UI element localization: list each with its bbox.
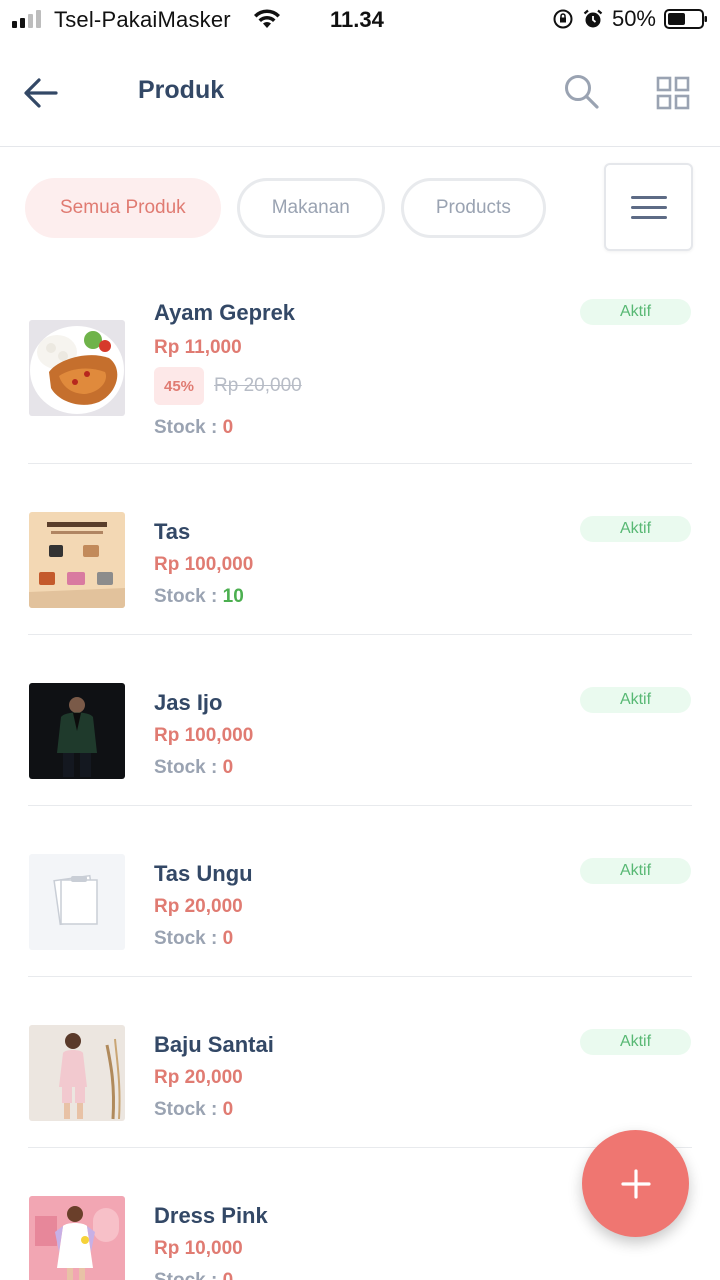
product-item-jas-ijo[interactable]: Jas Ijo Rp 100,000 Stock : 0 Aktif: [28, 635, 692, 806]
status-badge: Aktif: [580, 1029, 691, 1055]
product-name: Jas Ijo: [154, 690, 223, 715]
search-icon[interactable]: [562, 72, 602, 112]
battery-icon: [664, 9, 707, 29]
category-filters: Semua Produk Makanan Products: [25, 178, 546, 238]
product-price: Rp 10,000: [154, 1238, 243, 1259]
original-price: Rp 20,000: [214, 375, 302, 396]
stock-value: 0: [222, 928, 234, 949]
alarm-icon: [583, 9, 603, 28]
product-list: Ayam Geprek Rp 11,000 45% Rp 20,000 Stoc…: [28, 290, 692, 1280]
stock-value: 10: [222, 586, 244, 607]
stock-value: 0: [223, 1270, 234, 1280]
discount-row: 45% Rp 20,000: [154, 367, 302, 405]
product-name: Tas Ungu: [154, 861, 253, 886]
product-name: Ayam Geprek: [154, 300, 296, 325]
stock-label: Stock :: [154, 928, 218, 949]
product-name: Tas: [154, 519, 191, 544]
product-stock: Stock : 0: [154, 1099, 233, 1121]
category-menu-button[interactable]: [604, 163, 693, 251]
status-badge: Aktif: [580, 858, 691, 884]
product-item-baju-santai[interactable]: Baju Santai Rp 20,000 Stock : 0 Aktif: [28, 977, 692, 1148]
status-badge: Aktif: [580, 299, 691, 325]
hamburger-line: [630, 205, 667, 209]
wifi-icon: [254, 9, 280, 28]
stock-label: Stock :: [154, 417, 218, 438]
grid-view-icon[interactable]: [656, 76, 690, 110]
product-name: Dress Pink: [154, 1203, 268, 1228]
clock: 11.34: [330, 7, 384, 32]
product-stock: Stock : 10: [154, 586, 244, 608]
back-arrow-icon[interactable]: [22, 74, 60, 112]
product-stock: Stock : 0: [154, 757, 233, 779]
product-image: [29, 683, 125, 779]
carrier-name: Tsel-PakaiMasker: [54, 7, 231, 32]
product-item-tas[interactable]: Tas Rp 100,000 Stock : 10 Aktif: [28, 464, 692, 635]
product-stock: Stock : 0: [154, 1270, 233, 1280]
filter-chip-makanan[interactable]: Makanan: [236, 178, 385, 238]
product-price: Rp 20,000: [154, 896, 243, 917]
stock-label: Stock :: [154, 586, 218, 607]
stock-value: 0: [222, 417, 234, 438]
stock-value: 0: [222, 1099, 234, 1120]
product-image: [29, 320, 125, 416]
stock-label: Stock :: [154, 1270, 217, 1280]
product-image: [29, 1196, 125, 1280]
status-badge: Aktif: [580, 516, 691, 542]
filter-chip-all-products[interactable]: Semua Produk: [25, 178, 221, 238]
product-item-tas-ungu[interactable]: Tas Ungu Rp 20,000 Stock : 0 Aktif: [28, 806, 692, 977]
product-image: [29, 512, 125, 608]
product-price: Rp 100,000: [154, 554, 254, 575]
product-price: Rp 11,000: [154, 337, 242, 358]
hamburger-line: [630, 215, 667, 219]
product-stock: Stock : 0: [154, 928, 233, 950]
page-title: Produk: [138, 76, 225, 104]
product-stock: Stock : 0: [154, 417, 233, 439]
plus-icon: [620, 1168, 651, 1199]
product-item-ayam-geprek[interactable]: Ayam Geprek Rp 11,000 45% Rp 20,000 Stoc…: [28, 290, 692, 464]
add-product-button[interactable]: [582, 1130, 689, 1237]
discount-badge: 45%: [154, 367, 205, 405]
signal-icon: [12, 10, 41, 28]
hamburger-line: [630, 195, 667, 199]
product-price: Rp 100,000: [154, 725, 254, 746]
battery-percentage: 50%: [611, 6, 656, 31]
product-name: Baju Santai: [154, 1032, 274, 1057]
orientation-lock-icon: [553, 9, 573, 29]
stock-label: Stock :: [154, 1099, 218, 1120]
app-header: Produk: [0, 40, 720, 147]
stock-label: Stock :: [154, 757, 218, 778]
status-bar: Tsel-PakaiMasker 11.34 50%: [0, 0, 720, 40]
stock-value: 0: [222, 757, 234, 778]
product-image: [29, 854, 125, 950]
status-badge: Aktif: [580, 687, 691, 713]
product-image: [29, 1025, 125, 1121]
product-price: Rp 20,000: [154, 1067, 243, 1088]
filter-chip-products[interactable]: Products: [400, 178, 546, 238]
